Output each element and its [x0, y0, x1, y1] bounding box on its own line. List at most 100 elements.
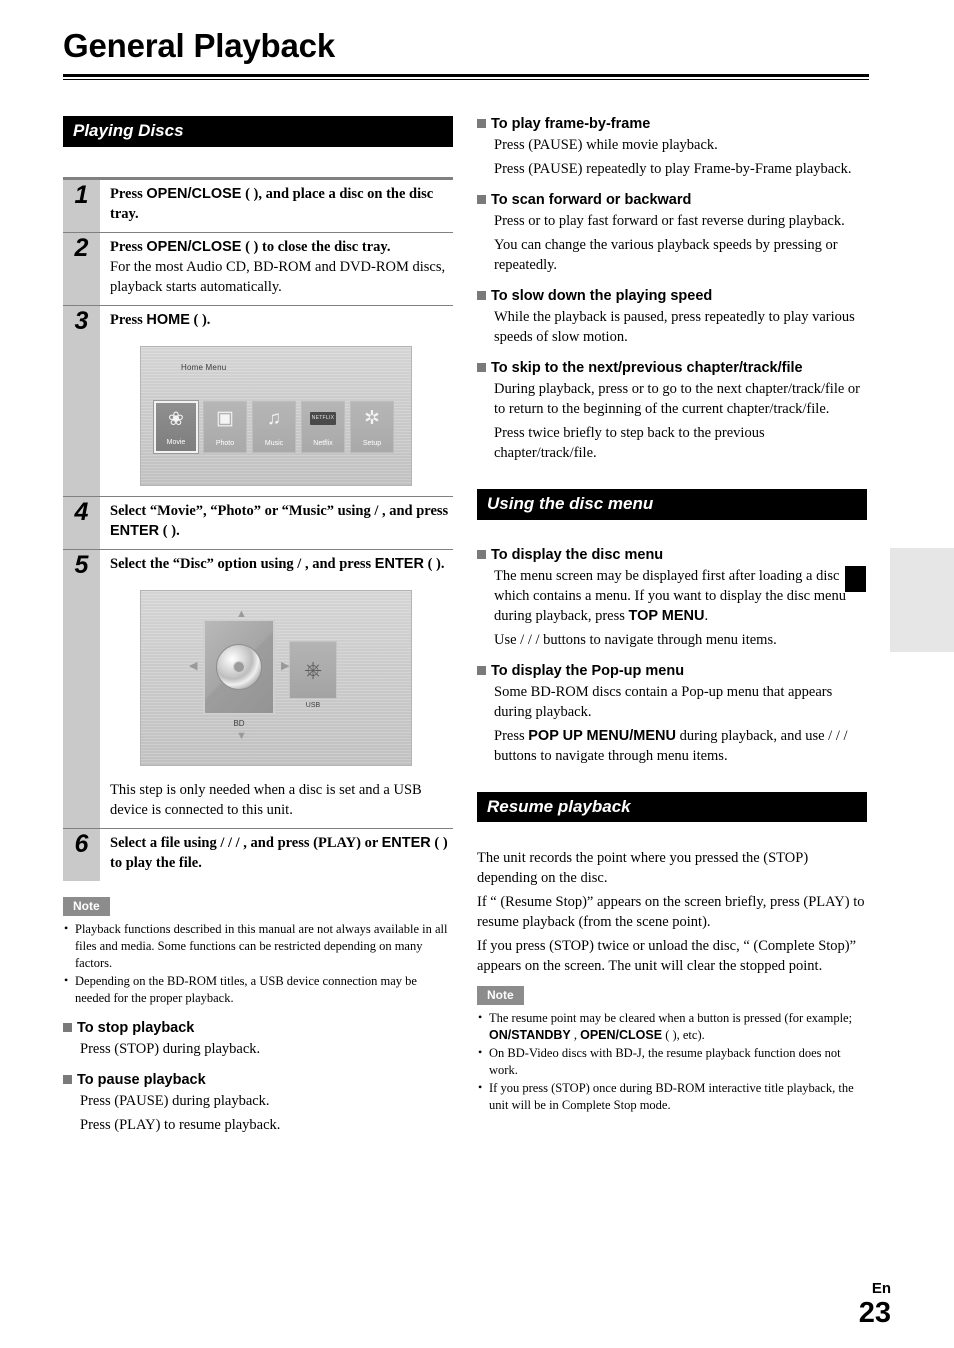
- note-list: The resume point may be cleared when a b…: [477, 1009, 867, 1114]
- slow-down-line: While the playback is paused, press repe…: [494, 309, 855, 345]
- disc-selection-screenshot: ▲ ▼ ◀ ▶ BD ⎈ USB: [140, 589, 412, 766]
- key-on-standby: ON/STANDBY: [489, 1028, 571, 1043]
- title-rule-thin: [63, 79, 869, 81]
- step-gutter: [63, 337, 100, 496]
- subheading-label: To display the disc menu: [491, 546, 664, 563]
- bullet-square-icon: [477, 195, 486, 204]
- page-footer: En 23: [859, 1281, 891, 1328]
- home-tile-photo[interactable]: ▣ Photo: [203, 400, 247, 453]
- step-row: 1 Press OPEN/CLOSE ( ), and place a disc…: [63, 179, 453, 232]
- step-4-tail: ( ).: [159, 522, 180, 539]
- resume-para: The unit records the point where you pre…: [477, 850, 809, 887]
- disc-icon: [216, 643, 262, 690]
- key-pop-up-menu: POP UP MENU/MENU: [528, 727, 676, 744]
- step-number: 4: [74, 497, 89, 526]
- step-3-press: Press: [110, 311, 147, 328]
- step-number: 5: [74, 550, 89, 579]
- to-stop-playback-line: Press (STOP) during playback.: [80, 1040, 261, 1057]
- key-open-close: OPEN/CLOSE: [580, 1028, 663, 1043]
- step-row: 6 Select a file using / / / , and press …: [63, 828, 453, 881]
- frame-by-frame-line: Press (PAUSE) repeatedly to play Frame-b…: [494, 161, 852, 177]
- subheading-frame-by-frame: To play frame-by-frame: [477, 116, 867, 132]
- home-menu-screenshot: Home Menu ❀ Movie ▣ Photo ♫ Music NETFLI…: [140, 345, 412, 486]
- key-home: HOME: [146, 311, 190, 328]
- home-tile-label: Setup: [362, 439, 382, 447]
- steps-list: 1 Press OPEN/CLOSE ( ), and place a disc…: [63, 176, 453, 881]
- note-item: If you press (STOP) once during BD-ROM i…: [477, 1079, 867, 1114]
- step-1-press: Press: [110, 185, 147, 202]
- subheading-label: To stop playback: [77, 1019, 195, 1036]
- home-tile-label: Netflix: [313, 439, 333, 447]
- section-header-resume-playback: Resume playback: [477, 791, 867, 823]
- step-number: 1: [74, 180, 89, 209]
- step-5-text: Select the “Disc” option using / , and p…: [110, 554, 453, 574]
- step-number: 3: [74, 306, 89, 335]
- step-body: Press OPEN/CLOSE ( ) to close the disc t…: [100, 233, 453, 305]
- note-item: Playback functions described in this man…: [63, 920, 453, 972]
- note-box-right: Note The resume point may be cleared whe…: [477, 986, 867, 1114]
- note-tag: Note: [477, 986, 524, 1006]
- key-open-close: OPEN/CLOSE: [146, 185, 242, 202]
- subheading-label: To pause playback: [77, 1071, 206, 1088]
- netflix-icon: NETFLIX: [310, 411, 336, 425]
- step-2-text: Press OPEN/CLOSE ( ) to close the disc t…: [110, 237, 453, 257]
- bullet-square-icon: [477, 549, 486, 559]
- scan-line: You can change the various playback spee…: [494, 237, 838, 273]
- subheading-skip-chapter: To skip to the next/previous chapter/tra…: [477, 360, 867, 376]
- subheading-label: To scan forward or backward: [491, 192, 692, 208]
- subheading-label: To slow down the playing speed: [491, 288, 713, 304]
- note-tag: Note: [63, 896, 110, 916]
- bd-disc-tile[interactable]: [203, 618, 275, 715]
- resume-para: If you press (STOP) twice or unload the …: [477, 938, 857, 975]
- home-tile-music[interactable]: ♫ Music: [252, 400, 296, 453]
- step-3-tail: ( ).: [189, 311, 211, 328]
- screenshot-area: Home Menu ❀ Movie ▣ Photo ♫ Music NETFLI…: [100, 338, 453, 496]
- usb-tile[interactable]: ⎈: [289, 640, 337, 699]
- footer-language-code: En: [871, 1279, 891, 1297]
- home-tile-label: Movie: [166, 438, 186, 446]
- usb-tile-label: USB: [305, 701, 321, 709]
- step-number: 2: [74, 233, 89, 262]
- step-5-note: This step is only needed when a disc is …: [110, 781, 422, 818]
- frame-by-frame-line: Press (PAUSE) while movie playback.: [494, 137, 718, 153]
- step-5-pre: Select the “Disc” option using / , and p…: [110, 555, 375, 572]
- note-item: Depending on the BD-ROM titles, a USB de…: [63, 972, 453, 1007]
- step-6-pre: Select a file using / / / , and press (P…: [110, 834, 382, 851]
- netflix-icon-text: NETFLIX: [311, 415, 335, 422]
- home-menu-tiles: ❀ Movie ▣ Photo ♫ Music NETFLIX Netflix …: [154, 400, 394, 453]
- resume-para: If “ (Resume Stop)” appears on the scree…: [477, 894, 865, 931]
- home-tile-label: Music: [264, 439, 284, 447]
- note-item: On BD-Video discs with BD-J, the resume …: [477, 1044, 867, 1079]
- bullet-square-icon: [63, 1022, 72, 1032]
- page-edge-thumb-tab: [890, 548, 954, 652]
- step-2-tail: ( ) to close the disc tray.: [241, 238, 391, 255]
- music-note-icon: ♫: [266, 407, 282, 429]
- subheading-label: To skip to the next/previous chapter/tra…: [491, 360, 803, 376]
- home-menu-title: Home Menu: [181, 362, 227, 372]
- subheading-label: To play frame-by-frame: [491, 116, 651, 132]
- skip-line: During playback, press or to go to the n…: [494, 381, 861, 417]
- key-enter: ENTER: [110, 522, 160, 539]
- step-row: 3 Press HOME ( ).: [63, 305, 453, 338]
- key-enter: ENTER: [374, 555, 424, 572]
- gear-icon: ✲: [364, 407, 380, 429]
- step-row: 4 Select “Movie”, “Photo” or “Music” usi…: [63, 496, 453, 549]
- step-2-press: Press: [110, 238, 147, 255]
- chevron-down-icon: ▼: [236, 729, 247, 742]
- step-number-cell: 1: [63, 179, 100, 232]
- home-tile-netflix[interactable]: NETFLIX Netflix: [301, 400, 345, 453]
- note-pre: The resume point may be cleared when a b…: [489, 1011, 853, 1026]
- page-title: General Playback: [63, 27, 335, 64]
- bullet-square-icon: [477, 291, 486, 300]
- right-column: To play frame-by-frame Press (PAUSE) whi…: [477, 116, 867, 1115]
- home-tile-movie[interactable]: ❀ Movie: [154, 400, 198, 453]
- display-disc-menu-para: The menu screen may be displayed first a…: [494, 566, 867, 626]
- title-rule-thick: [63, 74, 869, 78]
- step-body: Select a file using / / / , and press (P…: [100, 829, 453, 881]
- to-pause-playback-line: Press (PAUSE) during playback.: [80, 1092, 270, 1109]
- disc-hole: [233, 660, 245, 673]
- home-tile-setup[interactable]: ✲ Setup: [350, 400, 394, 453]
- step-number-cell: 2: [63, 232, 100, 305]
